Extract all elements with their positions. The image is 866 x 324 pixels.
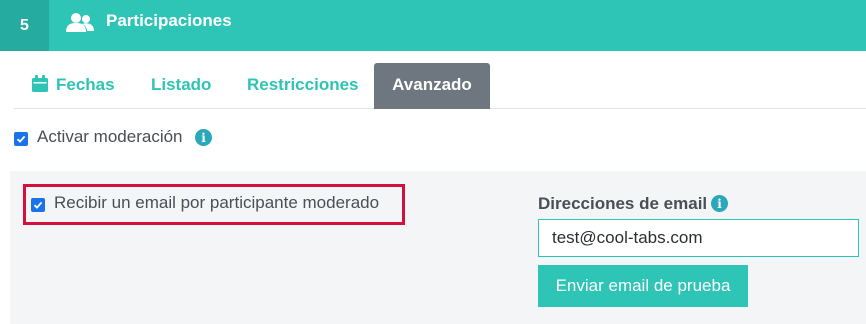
users-icon <box>66 13 94 32</box>
info-icon[interactable]: i <box>195 129 212 146</box>
tab-fechas[interactable]: Fechas <box>32 63 115 109</box>
email-notify-checkbox[interactable] <box>31 198 45 212</box>
tab-bar: Fechas Listado Restricciones Avanzado <box>14 63 866 109</box>
email-addresses-input[interactable] <box>538 219 859 257</box>
send-test-email-button[interactable]: Enviar email de prueba <box>538 265 748 307</box>
email-notify-label: Recibir un email por participante modera… <box>54 193 380 212</box>
tab-fechas-label: Fechas <box>56 75 115 94</box>
info-icon[interactable]: i <box>711 195 728 212</box>
tab-listado[interactable]: Listado <box>151 63 211 109</box>
email-addresses-label: Direcciones de email <box>538 194 708 213</box>
tab-avanzado[interactable]: Avanzado <box>374 63 490 109</box>
moderation-label: Activar moderación <box>37 127 183 146</box>
calendar-icon <box>32 75 48 93</box>
section-header: 5 Participaciones <box>0 0 866 51</box>
tab-restricciones[interactable]: Restricciones <box>247 63 359 109</box>
moderation-checkbox[interactable] <box>14 132 28 146</box>
step-number: 5 <box>0 0 49 51</box>
page-title: Participaciones <box>106 11 232 30</box>
